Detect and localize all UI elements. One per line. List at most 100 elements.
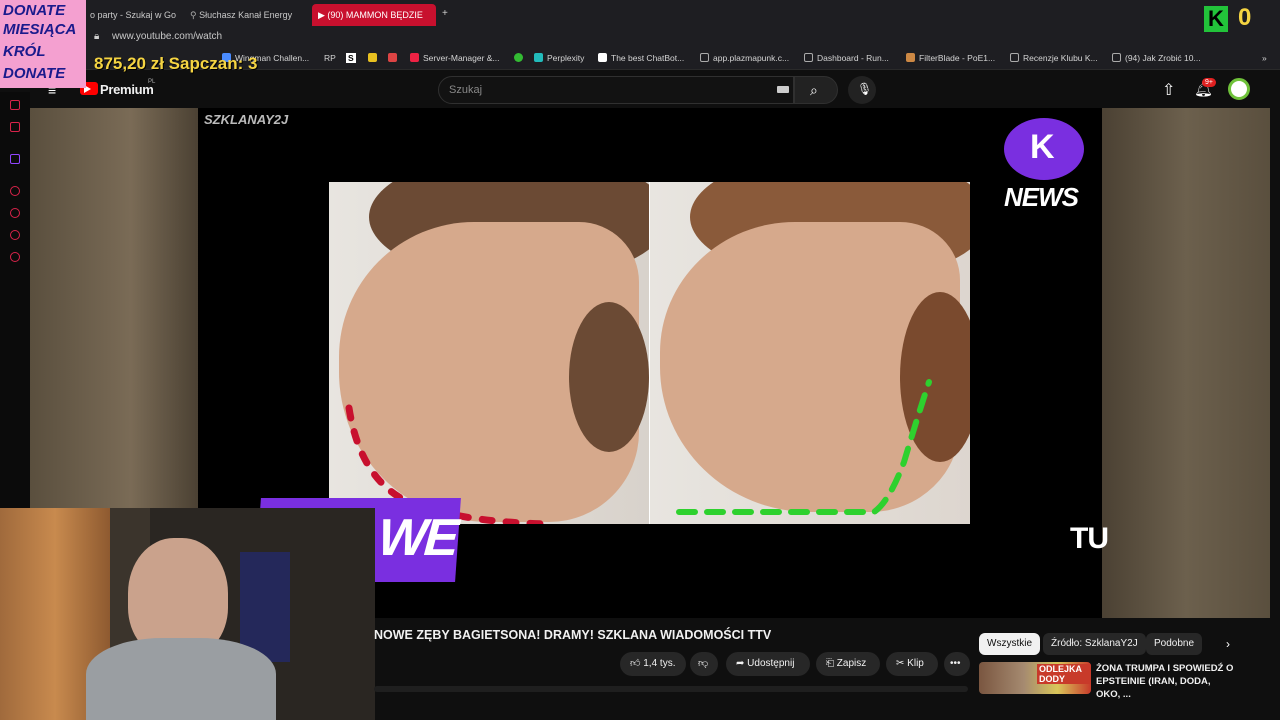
page-icon [1010, 53, 1019, 62]
new-tab-icon[interactable]: + [442, 8, 448, 19]
bookmark-server-manager[interactable]: Server-Manager &... [410, 53, 500, 63]
puzzle-icon[interactable] [10, 230, 20, 240]
tab-label: Słuchasz Kanał Energy [199, 10, 293, 20]
bookmark-label: The best ChatBot... [611, 53, 685, 63]
premium-label: Premium [100, 82, 154, 97]
chip-source[interactable]: Źródło: SzklanaY2J [1043, 633, 1146, 655]
map-pin-icon [514, 53, 523, 62]
chat-icon[interactable] [10, 100, 20, 110]
counter-value: 0 [1238, 4, 1252, 31]
bookmark-icon [368, 53, 377, 62]
bookmark-label: Recenzje Klubu K... [1023, 53, 1098, 63]
thumbs-down-icon: 👎︎ [698, 658, 709, 669]
search-button[interactable]: ⌕ [794, 76, 838, 104]
bookmark-icon [906, 53, 915, 62]
wallet-icon[interactable] [10, 122, 20, 132]
save-label: Zapisz [836, 658, 867, 669]
search-placeholder: Szukaj [449, 84, 483, 96]
search-icon: ⌕ [810, 82, 818, 98]
dislike-button[interactable]: 👎︎ [690, 652, 718, 676]
bookmark-chatbot[interactable]: The best ChatBot... [598, 53, 684, 63]
save-button[interactable]: ⎗ Zapisz [816, 652, 880, 676]
keyboard-icon[interactable] [777, 86, 789, 93]
upload-icon[interactable]: ⇧ [1162, 80, 1175, 100]
bookmark-label: RP [324, 53, 336, 63]
browser-side-rail [0, 92, 30, 512]
bookmark-maps[interactable] [514, 53, 527, 63]
chip-related[interactable]: Podobne [1146, 633, 1203, 655]
streamer-webcam [0, 508, 375, 720]
twitch-icon[interactable] [10, 154, 20, 164]
tab-radio-energy[interactable]: ⚲ Słuchasz Kanał Energy [184, 4, 304, 26]
donate-line: MIESIĄCA [3, 21, 77, 38]
counter-k-icon: K [1204, 6, 1228, 32]
share-label: Udostępnij [747, 658, 795, 669]
thumbs-up-icon: 👍︎ [630, 658, 644, 669]
mail-icon [388, 53, 397, 62]
donate-line: DONATE [3, 65, 66, 82]
bookmark-icon [534, 53, 543, 62]
bookmark-jak-zrobic[interactable]: (94) Jak Zrobić 10... [1112, 53, 1201, 63]
k-counter: K 0 [1204, 4, 1274, 32]
chip-label: Podobne [1154, 638, 1195, 649]
comparison-photo [329, 182, 970, 524]
caption-fragment: TU [1070, 522, 1109, 555]
badge-text-fragment: WE [376, 509, 458, 567]
tab-google-search[interactable]: o party - Szukaj w Go [84, 4, 178, 26]
settings-icon[interactable] [10, 252, 20, 262]
chevron-right-icon[interactable]: › [1226, 637, 1230, 651]
video-blur-right [1102, 108, 1270, 618]
bookmark-plazmapunk[interactable]: app.plazmapunk.c... [700, 53, 789, 63]
notification-badge: 9+ [1202, 78, 1216, 87]
address-bar[interactable]: 🔒︎ www.youtube.com/watch [0, 28, 1280, 48]
bookmark-gmail[interactable] [388, 53, 401, 63]
recommendation-thumbnail[interactable]: ODLEJKA DODY [979, 662, 1091, 694]
share-icon: ➦ [736, 658, 748, 669]
description-loading-bar [374, 686, 968, 692]
channel-watermark: SZKLANAY2J [204, 112, 289, 127]
recommendation-title[interactable]: ŻONA TRUMPA I SPOWIEDŹ O EPSTEINIE (IRAN… [1096, 662, 1236, 701]
bookmark-rp[interactable]: RP [324, 53, 336, 63]
clock-icon[interactable] [10, 208, 20, 218]
jawline-dashes [345, 379, 932, 524]
green-jawline-dashes [676, 379, 932, 515]
bookmark-dashboard[interactable]: Dashboard - Run... [804, 53, 889, 63]
page-icon [1112, 53, 1121, 62]
video-title: NOWE ZĘBY BAGIETSONA! DRAMY! SZKLANA WIA… [374, 628, 772, 642]
lock-icon: 🔒︎ [94, 31, 100, 42]
avatar[interactable] [1228, 78, 1250, 100]
more-actions-button[interactable]: ••• [944, 652, 970, 676]
bookmark-label: S [348, 53, 354, 63]
scissors-icon: ✂ [896, 658, 908, 669]
clip-button[interactable]: ✂ Klip [886, 652, 938, 676]
url-text[interactable]: www.youtube.com/watch [112, 31, 222, 42]
search-input[interactable]: Szukaj [438, 76, 794, 104]
more-bookmarks-icon[interactable]: » [1262, 53, 1267, 63]
bookmark-yellow[interactable] [368, 53, 381, 63]
chip-label: Wszystkie [987, 638, 1032, 649]
bookmark-icon: ⎗ [826, 658, 837, 669]
browser-tab-bar: o party - Szukaj w Go ⚲ Słuchasz Kanał E… [0, 0, 1280, 43]
bookmark-filterblade[interactable]: FilterBlade - PoE1... [906, 53, 995, 63]
donate-line: KRÓL [3, 43, 46, 60]
bookmark-label: Perplexity [547, 53, 585, 63]
bookmark-perplexity[interactable]: Perplexity [534, 53, 584, 63]
thumb-caption: ODLEJKA DODY [1037, 664, 1091, 684]
more-icon: ••• [950, 658, 961, 669]
like-button[interactable]: 👍︎ 1,4 tys. [620, 652, 686, 676]
player-icon[interactable] [10, 186, 20, 196]
bookmark-label: FilterBlade - PoE1... [919, 53, 996, 63]
clip-label: Klip [907, 658, 924, 669]
bookmark-s[interactable]: S [346, 53, 356, 63]
donate-of-month-panel: DONATE MIESIĄCA KRÓL DONATE [0, 0, 86, 88]
bookmark-recenzje[interactable]: Recenzje Klubu K... [1010, 53, 1098, 63]
tab-youtube-video[interactable]: ▶ (90) MAMMON BĘDZIE [312, 4, 436, 26]
share-button[interactable]: ➦ Udostępnij [726, 652, 810, 676]
news-badge: NEWS [1004, 182, 1079, 212]
donation-goal-text: 875,20 zł Sapczan: 3 [94, 54, 258, 73]
chip-all[interactable]: Wszystkie [979, 633, 1040, 655]
radio-icon: ⚲ [190, 10, 200, 20]
donate-line: DONATE [3, 2, 66, 19]
microphone-icon: 🎙︎ [857, 82, 873, 96]
voice-search-button[interactable]: 🎙︎ [848, 76, 876, 104]
